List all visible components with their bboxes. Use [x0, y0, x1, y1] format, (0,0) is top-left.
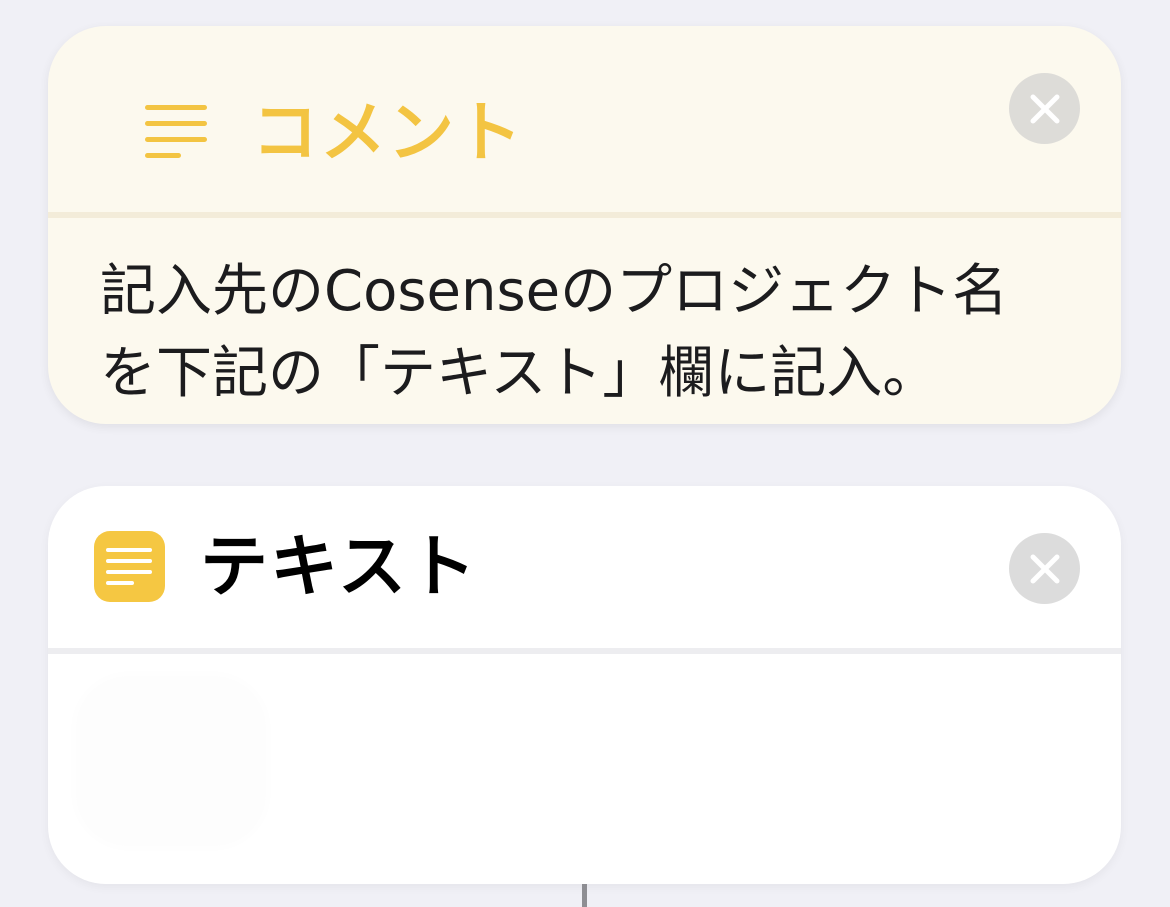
text-card-divider	[48, 648, 1121, 654]
comment-title: コメント	[252, 94, 524, 171]
remove-comment-button[interactable]	[1009, 73, 1080, 144]
comment-body-text[interactable]: 記入先のCosenseのプロジェクト名 を下記の「テキスト」欄に記入。	[100, 251, 1075, 415]
text-input-field[interactable]	[76, 676, 266, 846]
action-connector-line	[582, 884, 587, 907]
comment-card-header: コメント	[48, 26, 1121, 188]
text-action-title: テキスト	[200, 528, 478, 607]
comment-divider	[48, 212, 1121, 218]
text-action-card[interactable]: テキスト	[48, 486, 1121, 884]
text-lines-icon	[145, 105, 207, 158]
close-icon	[1030, 94, 1059, 123]
comment-action-card[interactable]: コメント 記入先のCosenseのプロジェクト名 を下記の「テキスト」欄に記入。	[48, 26, 1121, 424]
shortcut-editor: コメント 記入先のCosenseのプロジェクト名 を下記の「テキスト」欄に記入。…	[0, 0, 1170, 907]
close-icon	[1030, 554, 1059, 583]
text-document-icon	[94, 531, 165, 602]
remove-text-button[interactable]	[1009, 533, 1080, 604]
